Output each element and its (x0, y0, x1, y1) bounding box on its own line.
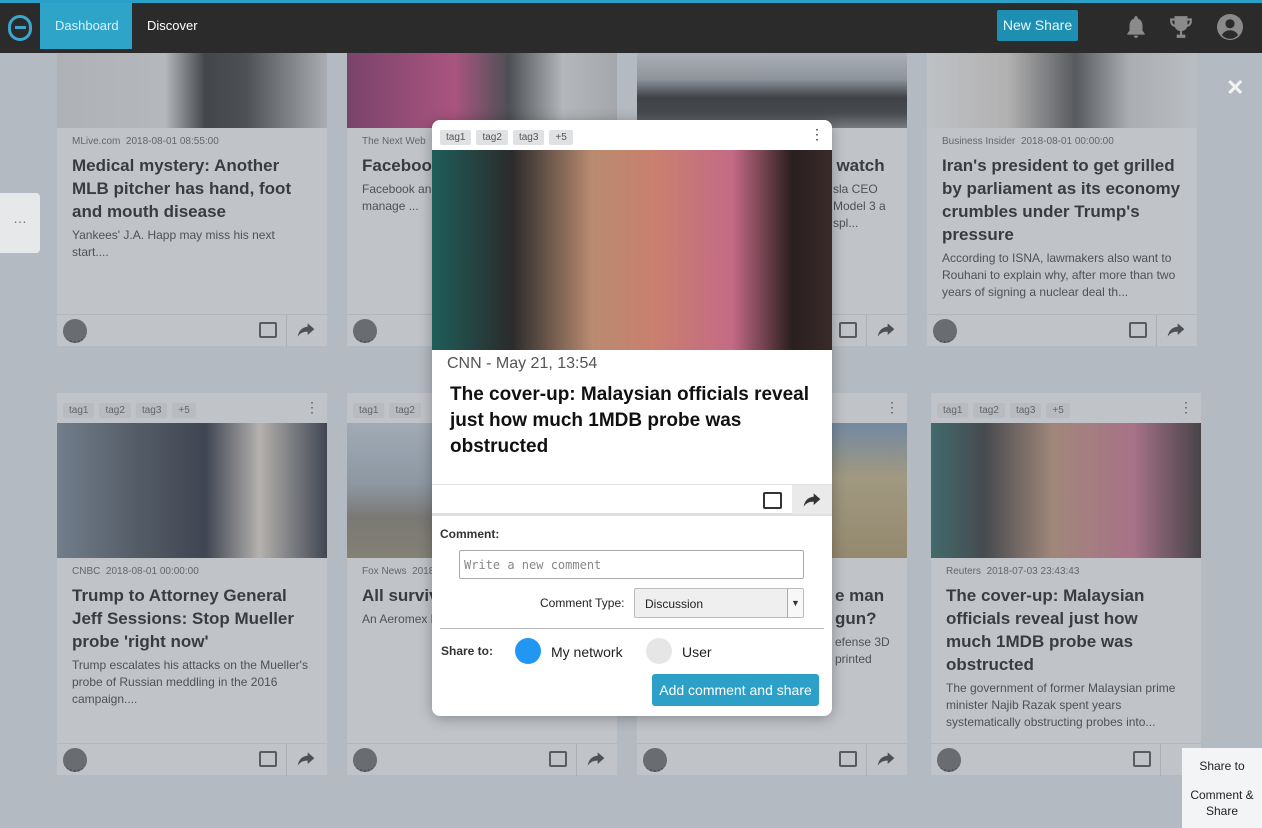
tab-dashboard[interactable]: Dashboard (40, 3, 132, 49)
close-icon[interactable]: ✕ (1226, 75, 1244, 101)
side-panel-toggle[interactable]: … (0, 193, 40, 253)
user-avatar-icon[interactable] (1217, 14, 1243, 40)
comment-type-select[interactable]: Discussion ▼ (634, 588, 804, 618)
comment-type-value: Discussion (645, 597, 704, 611)
article-title: The cover-up: Malaysian officials reveal… (450, 384, 810, 457)
tag-more[interactable]: +5 (549, 130, 573, 145)
share-to-text[interactable]: Share to (1182, 759, 1262, 773)
app-logo-icon[interactable] (8, 15, 32, 41)
share-panel[interactable]: Share to Comment & Share (1182, 748, 1262, 828)
article-image (432, 150, 832, 350)
comment-icon[interactable] (763, 492, 782, 509)
comment-label: Comment: (440, 527, 500, 541)
chevron-down-icon: ▼ (787, 589, 803, 617)
share-icon (803, 493, 821, 507)
bell-icon[interactable] (1123, 14, 1149, 40)
tag[interactable]: tag1 (440, 130, 472, 145)
trophy-icon[interactable] (1168, 14, 1194, 40)
more-menu-icon[interactable]: ⋮ (810, 126, 824, 143)
radio-user[interactable] (646, 638, 672, 664)
share-modal: tag1 tag2 tag3 +5 ⋮ CNN - May 21, 13:54 The… (432, 120, 832, 716)
comment-type-label: Comment Type: (540, 596, 625, 610)
comment-and-share-text[interactable]: Comment & Share (1182, 787, 1262, 819)
tag[interactable]: tag2 (476, 130, 508, 145)
tag[interactable]: tag3 (512, 130, 545, 145)
add-comment-and-share-button[interactable]: Add comment and share (652, 674, 819, 706)
new-share-button[interactable]: New Share (997, 10, 1078, 41)
tag-list: tag1 tag2 tag3 +5 (432, 120, 832, 150)
share-to-label: Share to: (441, 644, 494, 658)
share-button[interactable] (792, 485, 832, 514)
top-navbar: Dashboard Discover New Share (0, 0, 1262, 53)
radio-my-network[interactable] (515, 638, 541, 664)
radio-my-network-label[interactable]: My network (551, 644, 623, 660)
radio-user-label[interactable]: User (682, 644, 712, 660)
tab-discover[interactable]: Discover (132, 3, 213, 49)
comment-input[interactable] (459, 550, 804, 579)
article-actions (432, 484, 832, 516)
article-source-date: CNN - May 21, 13:54 (447, 355, 598, 372)
divider (440, 628, 824, 629)
